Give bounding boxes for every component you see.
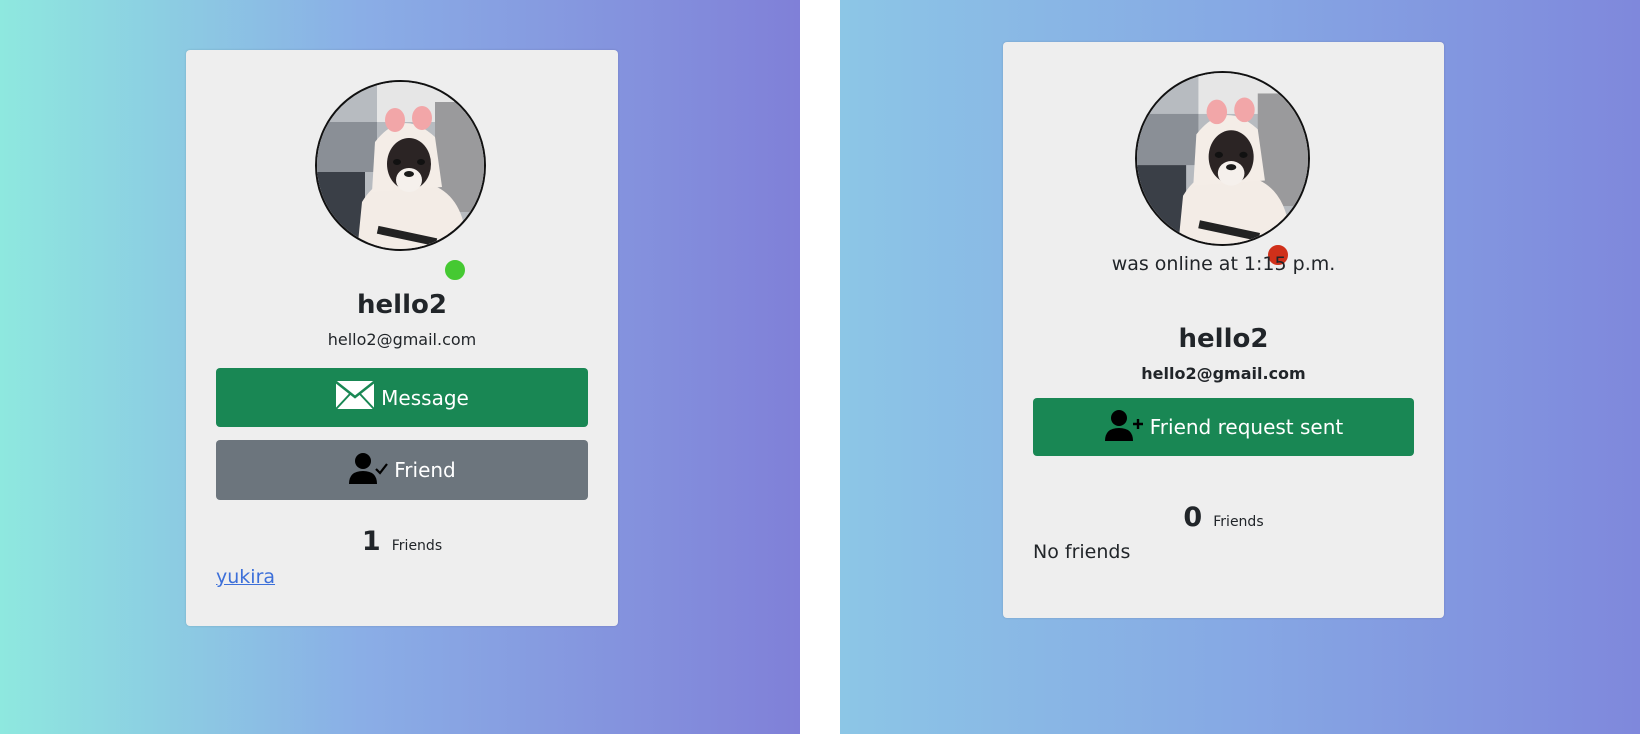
user-check-icon (348, 451, 389, 490)
profile-email: hello2@gmail.com (1141, 364, 1306, 383)
avatar-dog-photo (317, 82, 484, 249)
message-button-label: Message (381, 385, 469, 410)
friends-count: 1 Friends (186, 526, 618, 557)
profile-panel-offline: was online at 1:15 p.m. hello2 hello2@gm… (840, 0, 1640, 734)
profile-email: hello2@gmail.com (327, 330, 477, 349)
profile-username: hello2 (357, 290, 447, 320)
profile-username: hello2 (1178, 324, 1269, 354)
friend-button-label: Friend (394, 458, 456, 482)
no-friends-text: No friends (1033, 541, 1131, 563)
avatar-container (315, 80, 486, 282)
friends-count: 0 Friends (1003, 502, 1444, 533)
friend-request-sent-label: Friend request sent (1149, 415, 1344, 439)
avatar (315, 80, 486, 251)
friend-button[interactable]: Friend (216, 440, 588, 500)
user-plus-icon (1104, 408, 1144, 447)
friend-link-yukira[interactable]: yukira (216, 566, 275, 588)
avatar-dog-photo (1137, 73, 1308, 244)
envelope-icon (335, 380, 375, 415)
friends-count-number: 1 (361, 526, 381, 557)
friends-count-label: Friends (391, 538, 443, 554)
friends-count-number: 0 (1183, 502, 1203, 533)
online-status-dot (443, 258, 467, 282)
friend-request-sent-button[interactable]: Friend request sent (1033, 398, 1414, 456)
profile-card: hello2 hello2@gmail.com Message Friend 1… (186, 50, 618, 626)
last-seen-text: was online at 1:15 p.m. (1111, 253, 1336, 275)
profile-panel-online: hello2 hello2@gmail.com Message Friend 1… (0, 0, 800, 734)
avatar (1135, 71, 1310, 246)
avatar-container (1135, 71, 1310, 267)
message-button[interactable]: Message (216, 368, 588, 427)
profile-card: was online at 1:15 p.m. hello2 hello2@gm… (1003, 42, 1444, 618)
friends-count-label: Friends (1213, 514, 1264, 530)
